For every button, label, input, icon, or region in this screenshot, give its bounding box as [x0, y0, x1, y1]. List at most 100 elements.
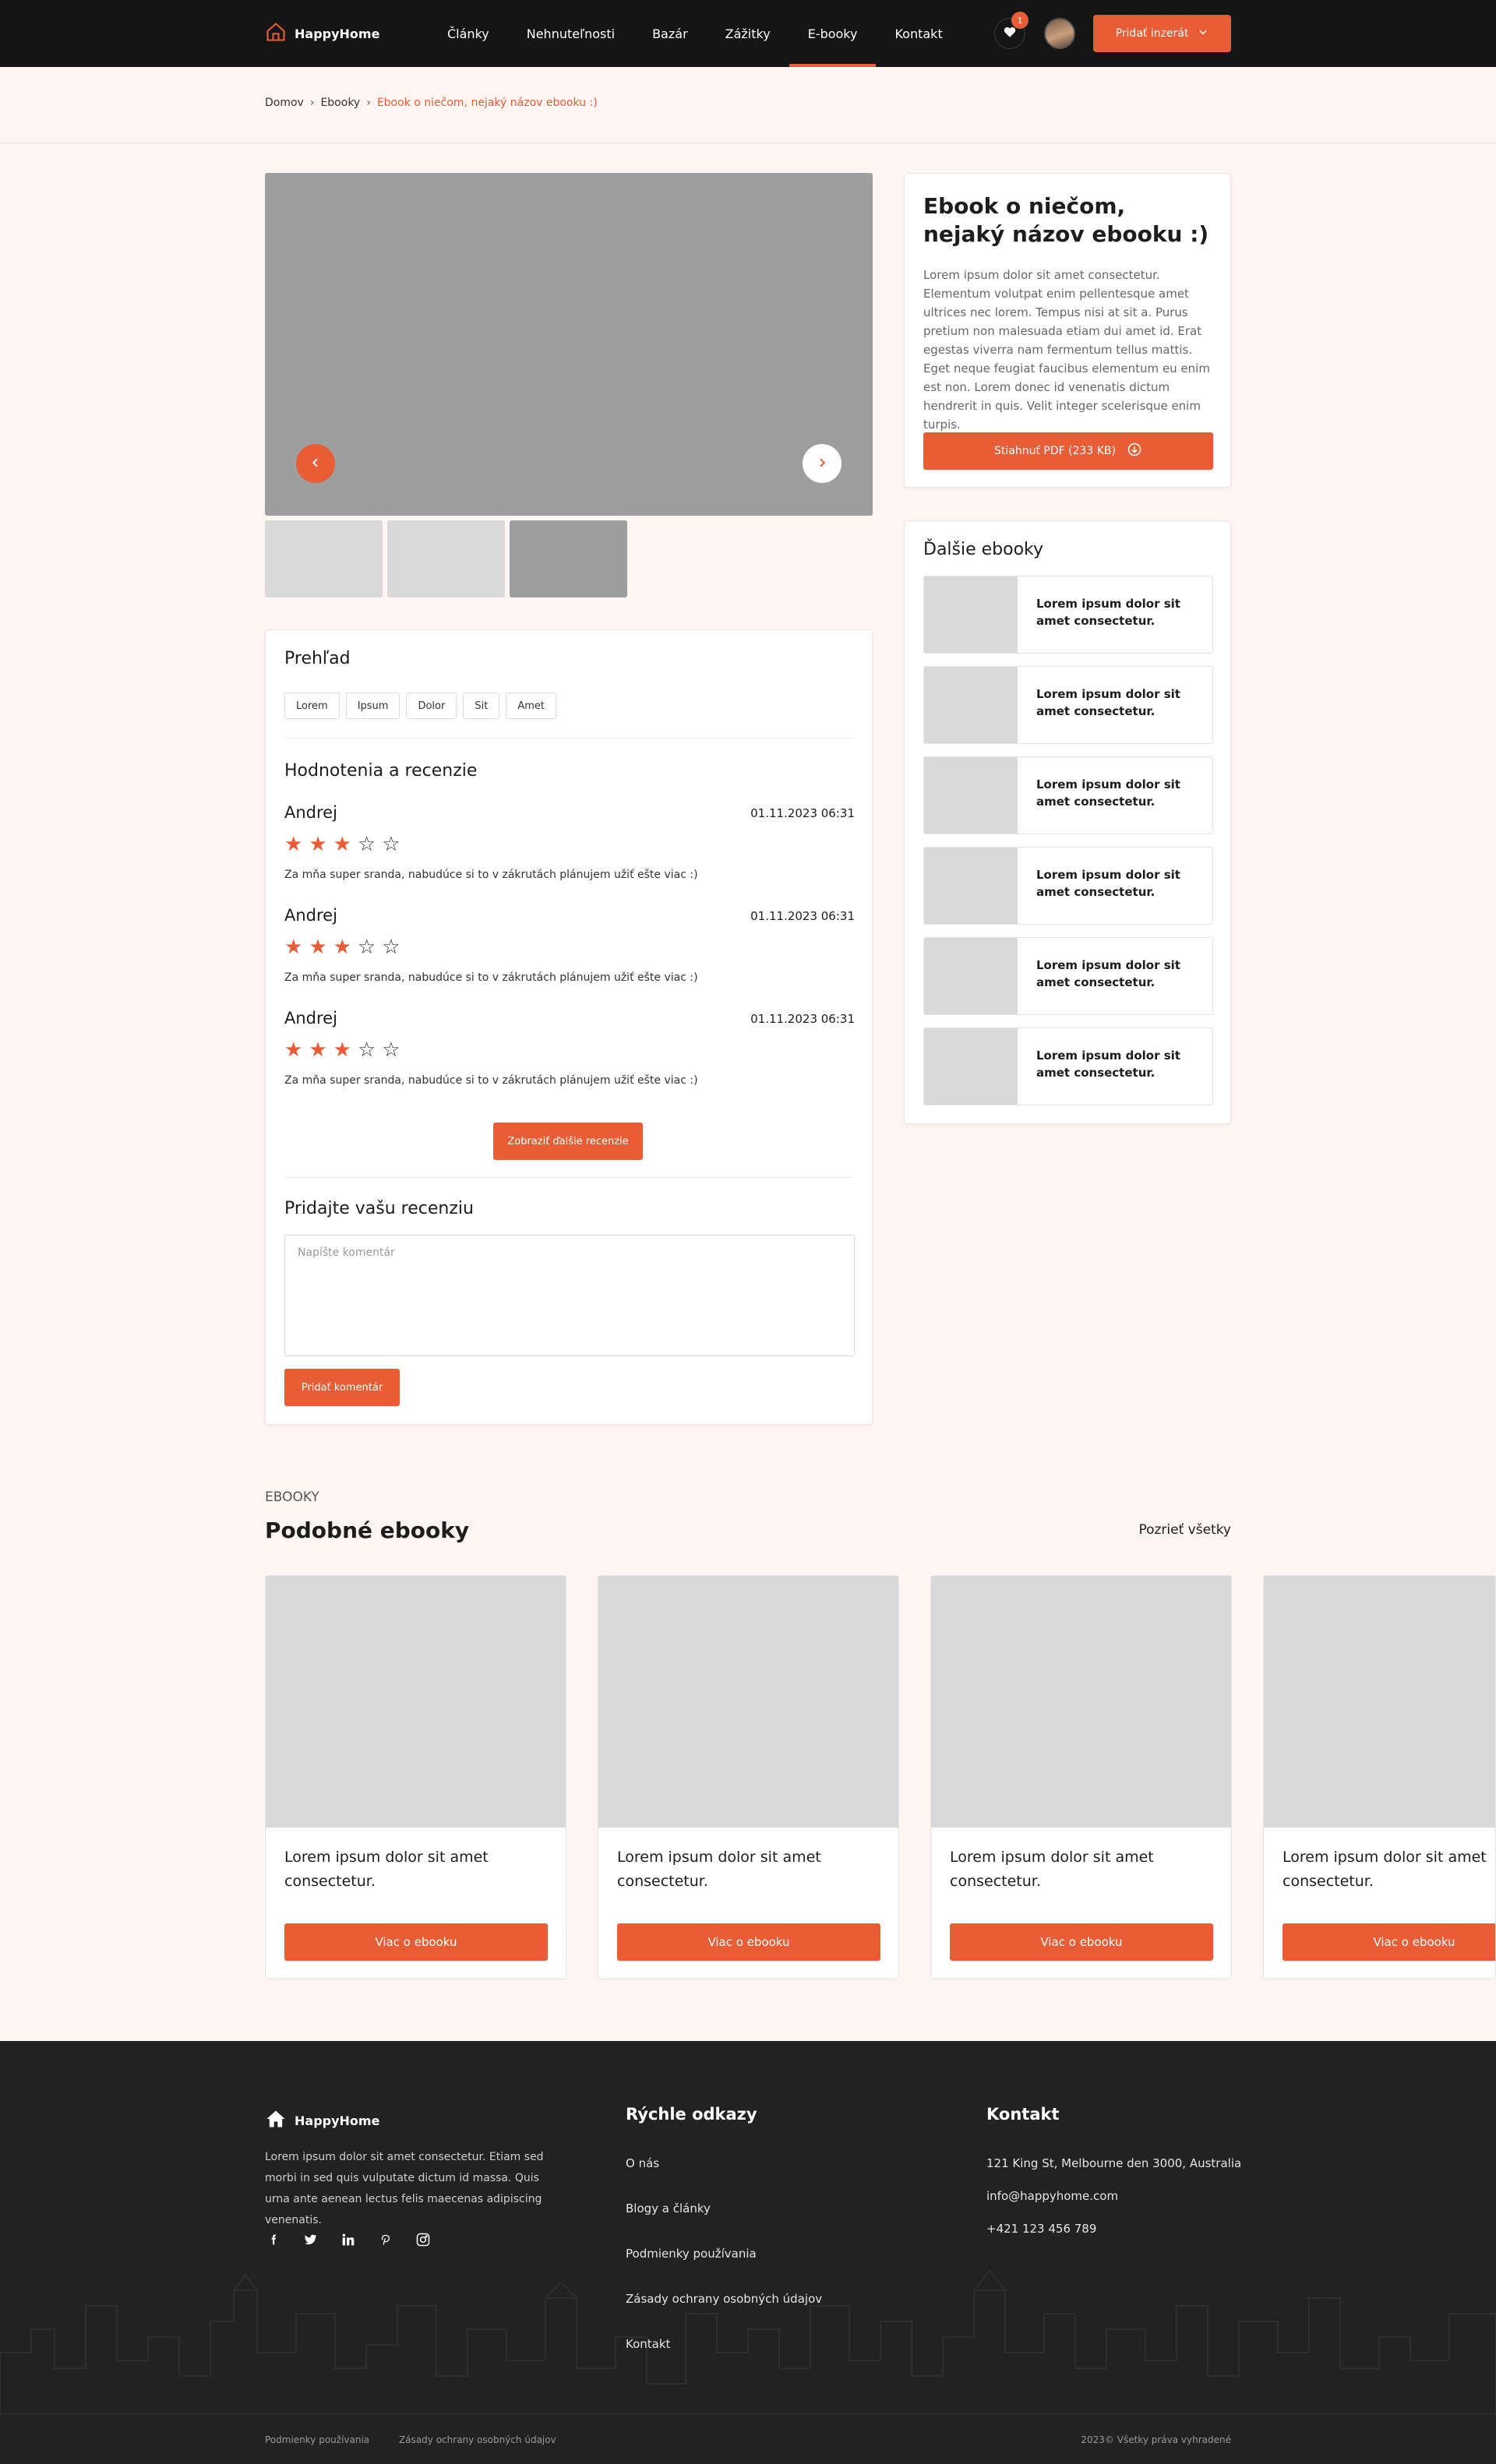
gallery-next-button[interactable] [803, 444, 842, 483]
nav-item-kontakt[interactable]: Kontakt [876, 0, 961, 67]
gallery-thumbnail-active[interactable] [510, 520, 627, 597]
tag[interactable]: Sit [463, 693, 500, 719]
show-more-reviews-button[interactable]: Zobraziť ďalšie recenzie [493, 1123, 643, 1160]
ebook-detail-button[interactable]: Viac o ebooku [284, 1923, 548, 1961]
mini-ebook-image [924, 757, 1018, 834]
add-listing-button[interactable]: Pridať inzerát [1093, 15, 1231, 52]
gallery-prev-button[interactable] [296, 444, 335, 483]
instagram-icon[interactable] [415, 2231, 432, 2248]
reviews-title: Hodnotenia a recenzie [284, 761, 478, 781]
star-filled-icon: ★ [333, 833, 351, 856]
chevron-right-icon [816, 454, 828, 473]
pinterest-icon[interactable] [377, 2231, 394, 2248]
mini-ebook-title: Lorem ipsum dolor sit amet consectetur. [1036, 777, 1180, 809]
breadcrumb-bar: Domov › Ebooky › Ebook o niečom, nejaký … [0, 67, 1496, 143]
star-filled-icon: ★ [284, 1038, 303, 1062]
mini-ebook-item[interactable]: Lorem ipsum dolor sit amet consectetur. [923, 576, 1213, 654]
star-filled-icon: ★ [309, 936, 327, 959]
nav-item-bazar[interactable]: Bazár [633, 0, 707, 67]
ebook-detail-button[interactable]: Viac o ebooku [617, 1923, 880, 1961]
review-text: Za mňa super sranda, nabudúce si to v zá… [284, 971, 698, 984]
footer-divider [0, 2413, 1496, 2414]
mini-ebook-item[interactable]: Lorem ipsum dolor sit amet consectetur. [923, 756, 1213, 834]
chevron-right-icon: › [366, 97, 371, 109]
similar-ebook-image[interactable] [598, 1576, 898, 1828]
similar-ebook-title: Lorem ipsum dolor sit amet consectetur. [617, 1849, 821, 1890]
nav-item-zazitky[interactable]: Zážitky [707, 0, 789, 67]
mini-ebook-item[interactable]: Lorem ipsum dolor sit amet consectetur. [923, 937, 1213, 1015]
skyline-decoration [0, 2269, 1496, 2415]
mini-ebook-image [924, 576, 1018, 653]
footer-link-o-nas[interactable]: O nás [626, 2156, 659, 2170]
footer-link-blogy[interactable]: Blogy a články [626, 2201, 711, 2215]
footer-link-kontakt[interactable]: Kontakt [626, 2337, 670, 2351]
ebook-detail-button[interactable]: Viac o ebooku [1283, 1923, 1495, 1961]
mini-ebook-title: Lorem ipsum dolor sit amet consectetur. [1036, 1049, 1180, 1080]
site-logo[interactable]: HappyHome [265, 22, 379, 45]
mini-ebook-title: Lorem ipsum dolor sit amet consectetur. [1036, 687, 1180, 718]
star-empty-icon: ☆ [382, 936, 400, 959]
mini-ebook-title: Lorem ipsum dolor sit amet consectetur. [1036, 958, 1180, 989]
tag[interactable]: Amet [506, 693, 556, 719]
similar-ebook-image[interactable] [1264, 1576, 1495, 1828]
breadcrumb: Domov › Ebooky › Ebook o niečom, nejaký … [265, 97, 598, 109]
comment-input[interactable] [284, 1235, 855, 1356]
contact-email[interactable]: info@happyhome.com [986, 2189, 1118, 2203]
gallery-thumbnail[interactable] [387, 520, 505, 597]
more-ebooks-card: Ďalšie ebooky Lorem ipsum dolor sit amet… [904, 520, 1231, 1124]
breadcrumb-ebooky[interactable]: Ebooky [320, 97, 360, 109]
tag[interactable]: Dolor [406, 693, 457, 719]
ebook-detail-button[interactable]: Viac o ebooku [950, 1923, 1213, 1961]
footer-link-podmienky[interactable]: Podmienky používania [626, 2247, 757, 2261]
review-rating: ★ ★ ★ ☆ ☆ [284, 834, 400, 855]
mini-ebook-image [924, 1028, 1018, 1105]
similar-section-title: Podobné ebooky [265, 1518, 470, 1543]
mini-ebook-image [924, 938, 1018, 1014]
quick-links-title: Rýchle odkazy [626, 2105, 757, 2124]
similar-ebook-title: Lorem ipsum dolor sit amet consectetur. [284, 1849, 489, 1890]
mini-ebook-item[interactable]: Lorem ipsum dolor sit amet consectetur. [923, 1028, 1213, 1105]
similar-ebook-card: Lorem ipsum dolor sit amet consectetur. … [1263, 1575, 1496, 1979]
facebook-icon[interactable] [265, 2231, 282, 2248]
tag[interactable]: Lorem [284, 693, 340, 719]
nav-item-clanky[interactable]: Články [429, 0, 508, 67]
see-all-link[interactable]: Pozrieť všetky [1122, 1522, 1231, 1538]
avatar[interactable] [1044, 18, 1075, 49]
review-date: 01.11.2023 06:31 [750, 806, 855, 820]
contact-address: 121 King St, Melbourne den 3000, Austral… [986, 2156, 1242, 2170]
star-empty-icon: ☆ [357, 1038, 376, 1062]
footer-bottom-terms[interactable]: Podmienky používania [265, 2434, 369, 2445]
similar-ebook-card: Lorem ipsum dolor sit amet consectetur. … [265, 1575, 566, 1979]
star-filled-icon: ★ [284, 833, 303, 856]
footer-bottom-privacy[interactable]: Zásady ochrany osobných údajov [399, 2434, 556, 2445]
nav-item-ebooky[interactable]: E-booky [789, 0, 877, 67]
download-pdf-button[interactable]: Stiahnuť PDF (233 KB) [923, 432, 1213, 470]
gallery-thumbnail[interactable] [265, 520, 383, 597]
breadcrumb-current: Ebook o niečom, nejaký názov ebooku :) [376, 97, 598, 109]
similar-ebook-image[interactable] [931, 1576, 1231, 1828]
tag[interactable]: Ipsum [345, 693, 400, 719]
mini-ebook-item[interactable]: Lorem ipsum dolor sit amet consectetur. [923, 847, 1213, 925]
breadcrumb-home[interactable]: Domov [265, 97, 304, 109]
similar-ebook-image[interactable] [266, 1576, 566, 1828]
submit-comment-button[interactable]: Pridať komentár [284, 1369, 400, 1406]
similar-ebook-title: Lorem ipsum dolor sit amet consectetur. [1283, 1849, 1487, 1890]
main-nav: Články Nehnuteľnosti Bazár Zážitky E-boo… [429, 0, 961, 67]
gallery-main-image [265, 173, 873, 516]
review-rating: ★ ★ ★ ☆ ☆ [284, 937, 400, 957]
mini-ebook-image [924, 848, 1018, 924]
nav-item-nehnutelnosti[interactable]: Nehnuteľnosti [508, 0, 633, 67]
divider [284, 1177, 855, 1178]
mini-ebook-title: Lorem ipsum dolor sit amet consectetur. [1036, 597, 1180, 628]
star-filled-icon: ★ [333, 936, 351, 959]
star-filled-icon: ★ [284, 936, 303, 959]
mini-ebook-item[interactable]: Lorem ipsum dolor sit amet consectetur. [923, 666, 1213, 744]
contact-phone[interactable]: +421 123 456 789 [986, 2222, 1096, 2236]
footer-logo[interactable]: HappyHome [265, 2108, 379, 2133]
home-icon [265, 21, 287, 46]
twitter-icon[interactable] [302, 2231, 319, 2248]
linkedin-icon[interactable] [340, 2231, 357, 2248]
review-author: Andrej [284, 906, 337, 925]
footer-link-zasady[interactable]: Zásady ochrany osobných údajov [626, 2292, 822, 2306]
review-item: Andrej 01.11.2023 06:31 ★ ★ ★ ☆ ☆ Za mňa sup… [284, 906, 855, 999]
